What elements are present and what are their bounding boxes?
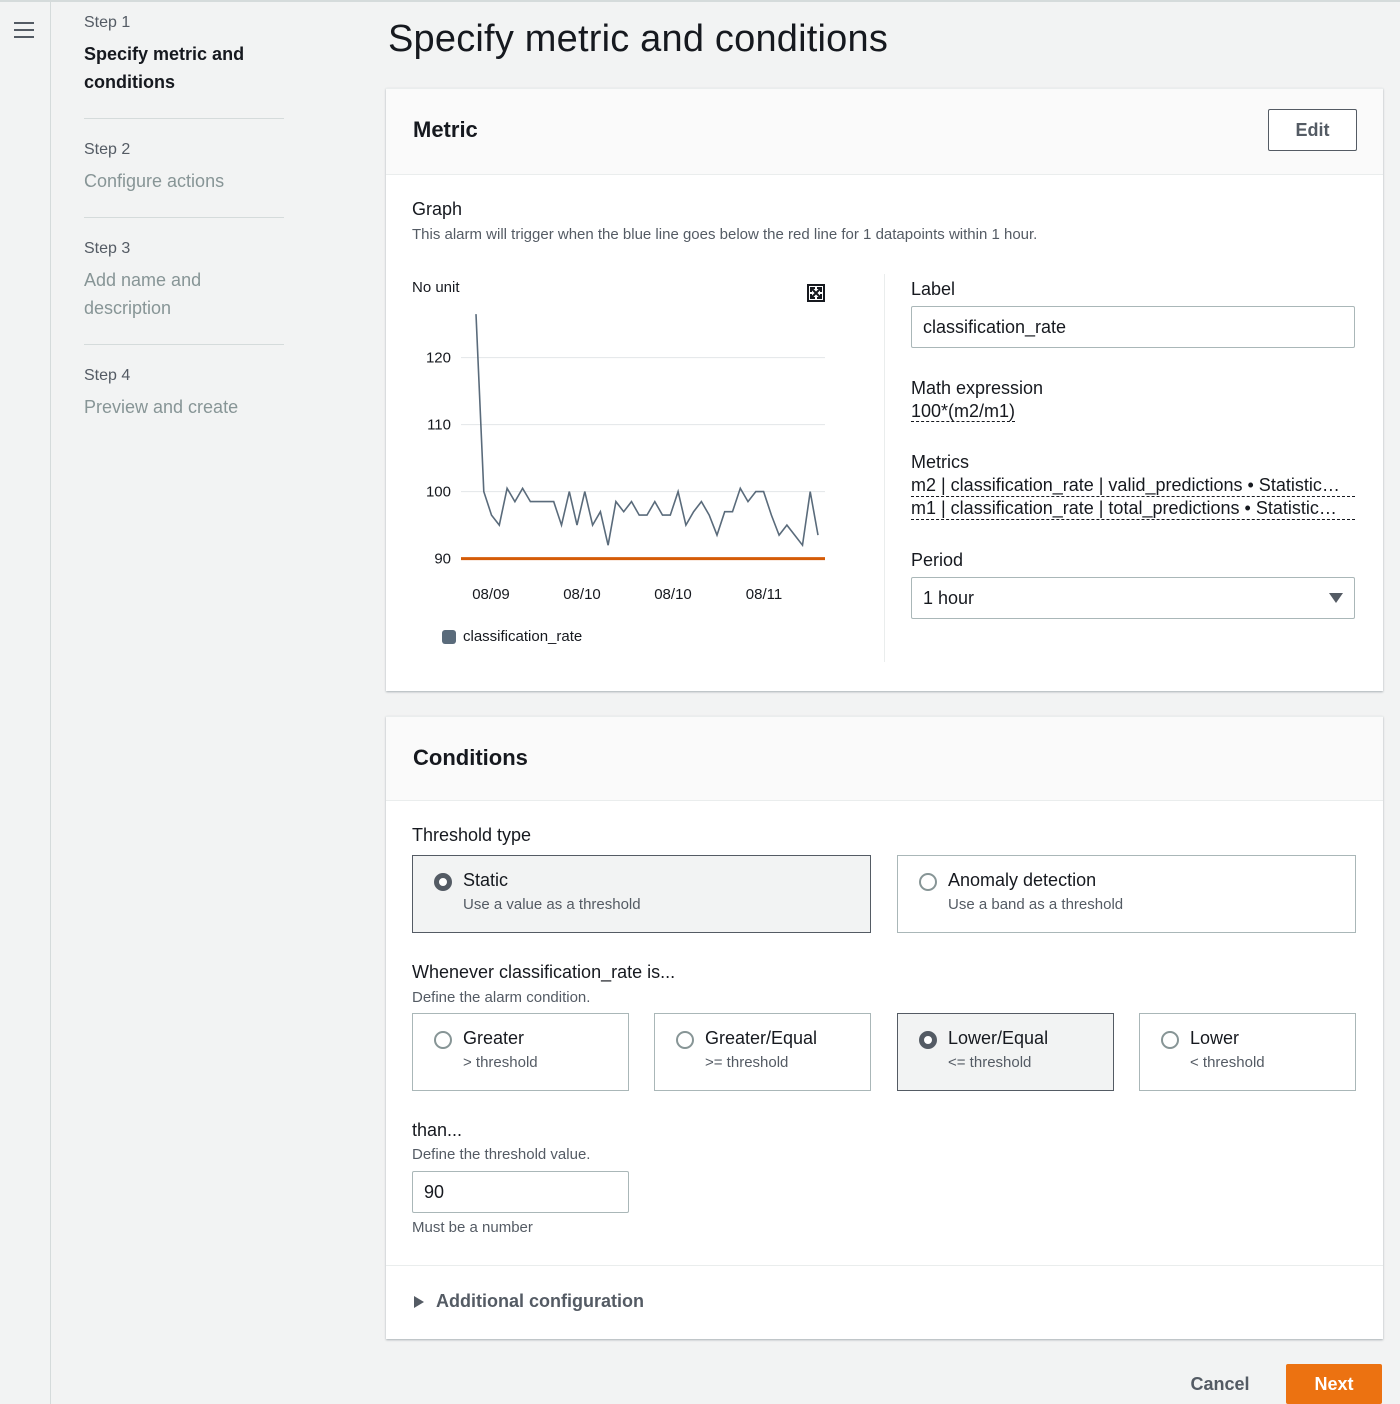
x-tick-label: 08/10	[654, 586, 692, 603]
operator-lower[interactable]: Lower < threshold	[1139, 1013, 1356, 1091]
x-tick-label: 08/09	[472, 586, 510, 603]
metric-chart: No unit 90 100 110 120 08/09 08/10 08/10 08/11 …	[412, 274, 827, 654]
metric-column-divider	[884, 274, 885, 662]
operator-greater[interactable]: Greater > threshold	[412, 1013, 629, 1091]
metrics-label: Metrics	[911, 452, 969, 472]
conditions-panel-header: Conditions	[386, 717, 1383, 801]
metric-heading: Metric	[413, 117, 478, 142]
step-3[interactable]: Step 3 Add name and description	[84, 240, 284, 345]
whenever-description: Define the alarm condition.	[412, 989, 591, 1006]
threshold-hint: Must be a number	[412, 1219, 533, 1236]
top-border	[0, 0, 1400, 2]
radio-icon	[676, 1031, 694, 1049]
y-tick-label: 110	[427, 417, 451, 434]
tile-title: Greater	[463, 1028, 525, 1048]
tile-subtitle: > threshold	[463, 1054, 538, 1071]
wizard-steps: Step 1 Specify metric and conditions Ste…	[84, 14, 284, 465]
divider	[386, 1265, 1383, 1266]
caret-right-icon	[414, 1295, 424, 1308]
tile-title: Greater/Equal	[705, 1028, 818, 1048]
additional-configuration-toggle[interactable]: Additional configuration	[414, 1291, 644, 1312]
metric-item[interactable]: m1 | classification_rate | total_predict…	[911, 498, 1355, 520]
threshold-type-label: Threshold type	[412, 825, 532, 845]
step-1: Step 1 Specify metric and conditions	[84, 14, 284, 119]
math-expression-label: Math expression	[911, 378, 1044, 398]
radio-selected-icon	[919, 1031, 937, 1049]
whenever-label: Whenever classification_rate is...	[412, 962, 676, 982]
y-tick-label: 100	[426, 484, 451, 501]
page-title: Specify metric and conditions	[388, 18, 889, 60]
graph-heading-block: Graph This alarm will trigger when the b…	[412, 199, 1037, 243]
tile-subtitle: <= threshold	[948, 1054, 1032, 1071]
radio-selected-icon	[434, 873, 452, 891]
tile-subtitle: < threshold	[1190, 1054, 1265, 1071]
step-number: Step 1	[84, 14, 131, 31]
label-field-label: Label	[911, 279, 956, 299]
chart-legend: classification_rate	[442, 628, 582, 645]
threshold-type-anomaly[interactable]: Anomaly detection Use a band as a thresh…	[897, 855, 1356, 933]
than-description: Define the threshold value.	[412, 1146, 591, 1163]
metric-panel: Metric Edit Graph This alarm will trigge…	[386, 88, 1383, 691]
graph-label: Graph	[412, 199, 463, 219]
tile-subtitle: >= threshold	[705, 1054, 789, 1071]
operator-greater-equal[interactable]: Greater/Equal >= threshold	[654, 1013, 871, 1091]
than-label: than...	[412, 1120, 463, 1140]
metric-details: Label classification_rate Math expressio…	[911, 279, 1355, 619]
cancel-button[interactable]: Cancel	[1175, 1366, 1265, 1402]
tile-title: Lower/Equal	[948, 1028, 1049, 1048]
menu-icon[interactable]	[14, 22, 34, 40]
tile-title: Anomaly detection	[948, 870, 1097, 890]
period-select[interactable]: 1 hour	[911, 577, 1355, 619]
period-select-value: 1 hour	[923, 587, 975, 608]
step-number: Step 2	[84, 141, 131, 158]
conditions-panel: Conditions Threshold type Static Use a v…	[386, 716, 1383, 1339]
metric-item[interactable]: m2 | classification_rate | valid_predict…	[911, 475, 1355, 497]
legend-label: classification_rate	[463, 628, 583, 645]
tile-subtitle: Use a band as a threshold	[948, 896, 1124, 913]
chart-plot: 90 100 110 120 08/09 08/10 08/10 08/11	[426, 314, 825, 603]
math-expression-value[interactable]: 100*(m2/m1)	[911, 401, 1016, 422]
series-line	[475, 314, 819, 548]
additional-configuration-label: Additional configuration	[436, 1291, 644, 1311]
step-number: Step 3	[84, 240, 131, 257]
tile-title: Lower	[1190, 1028, 1240, 1048]
radio-icon	[919, 873, 937, 891]
threshold-value-input[interactable]: 90	[412, 1171, 629, 1213]
nav-rail	[0, 2, 51, 1404]
x-tick-label: 08/10	[563, 586, 601, 603]
step-number: Step 4	[84, 367, 131, 384]
step-title: Preview and create	[84, 397, 239, 417]
tile-title: Static	[463, 870, 509, 890]
label-input[interactable]: classification_rate	[911, 306, 1355, 348]
step-title: Add name and description	[84, 270, 202, 318]
conditions-heading: Conditions	[413, 745, 528, 770]
next-button[interactable]: Next	[1286, 1364, 1382, 1404]
caret-down-icon	[1329, 593, 1343, 603]
y-tick-label: 120	[426, 350, 451, 367]
edit-button[interactable]: Edit	[1268, 109, 1357, 151]
step-4[interactable]: Step 4 Preview and create	[84, 367, 284, 443]
step-2[interactable]: Step 2 Configure actions	[84, 141, 284, 218]
radio-icon	[1161, 1031, 1179, 1049]
period-label: Period	[911, 550, 964, 570]
y-tick-label: 90	[434, 551, 451, 568]
tile-subtitle: Use a value as a threshold	[463, 896, 641, 913]
step-title: Specify metric and conditions	[84, 44, 245, 92]
x-tick-label: 08/11	[746, 586, 782, 603]
threshold-type-static[interactable]: Static Use a value as a threshold	[412, 855, 871, 933]
graph-description: This alarm will trigger when the blue li…	[412, 226, 1038, 243]
operator-lower-equal[interactable]: Lower/Equal <= threshold	[897, 1013, 1114, 1091]
metric-panel-header: Metric Edit	[386, 89, 1383, 175]
radio-icon	[434, 1031, 452, 1049]
legend-swatch	[442, 629, 456, 644]
step-title: Configure actions	[84, 171, 225, 191]
